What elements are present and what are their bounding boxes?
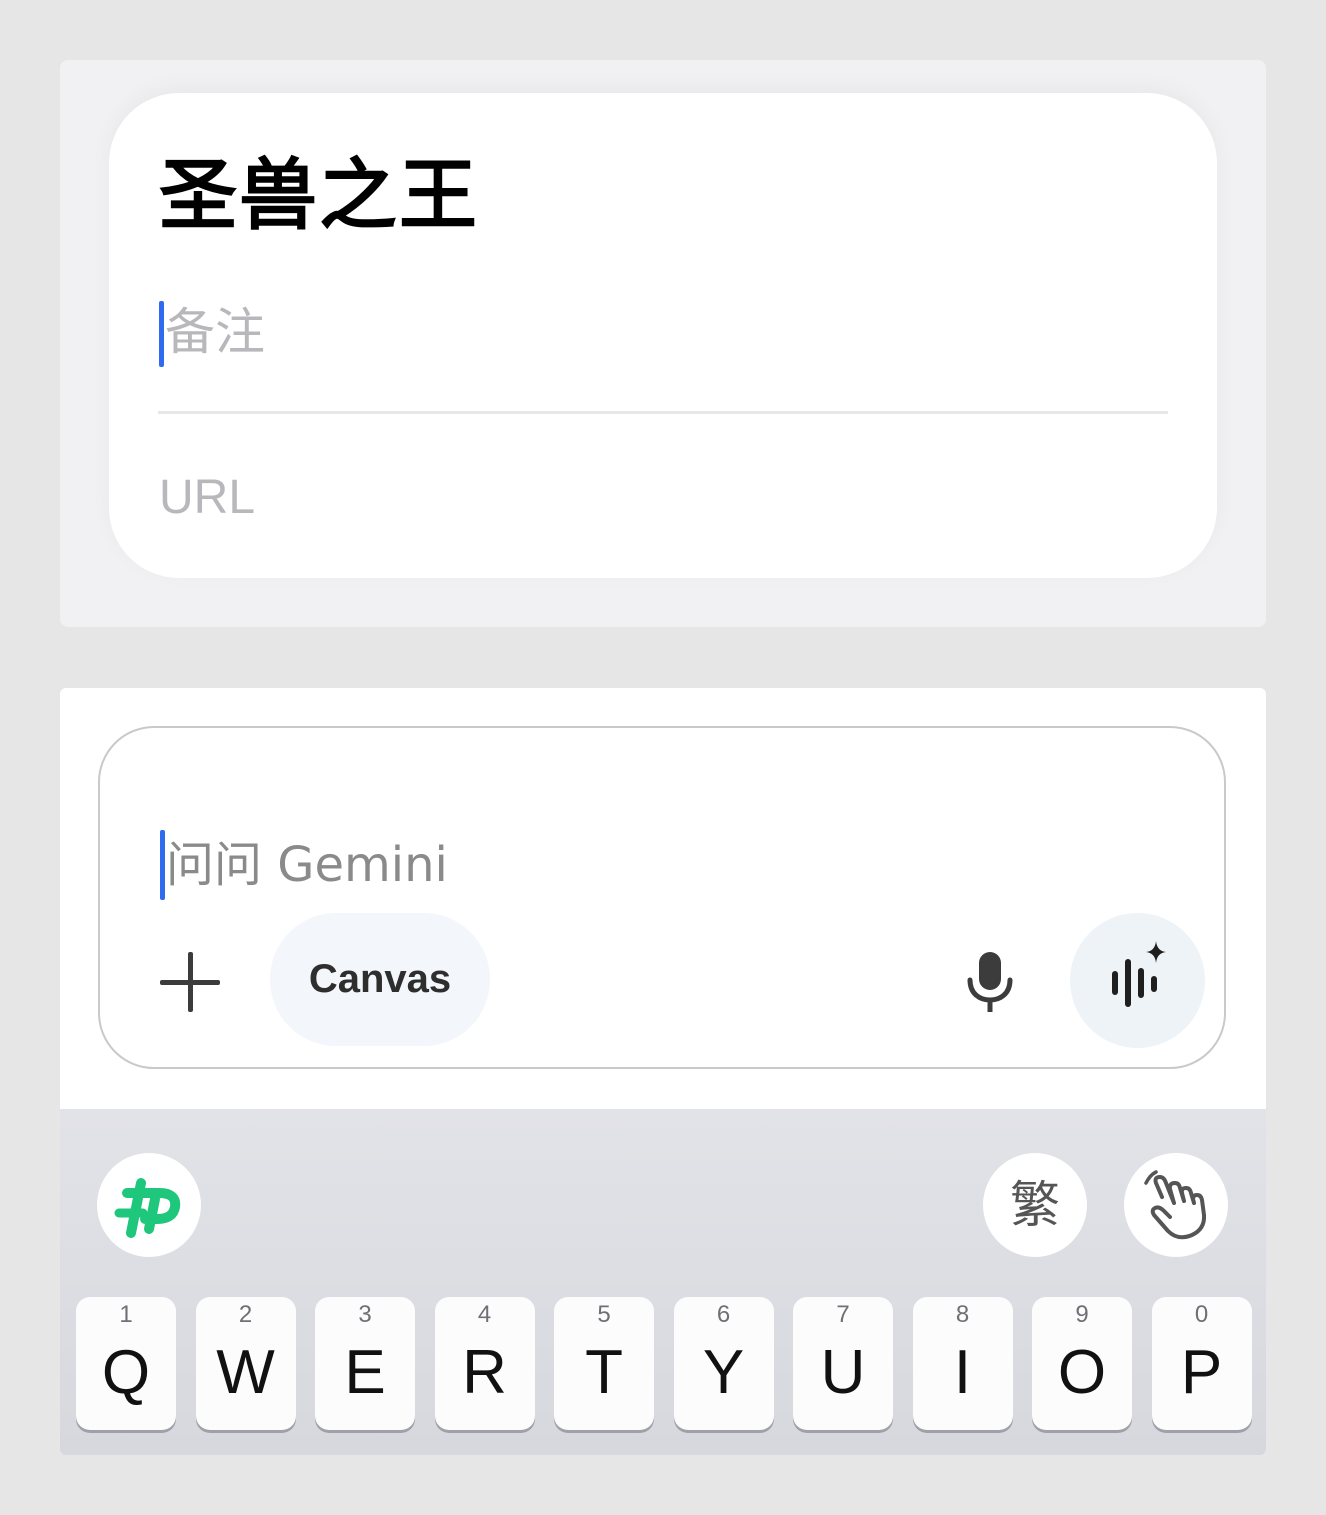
key-p[interactable]: 0 P <box>1151 1297 1252 1430</box>
url-placeholder: URL <box>159 471 256 524</box>
keyboard-row-qwerty: 1 Q 2 W 3 E 4 R 5 T 6 Y 7 U 8 I 9 O 0 P <box>76 1297 1252 1430</box>
gemini-input-placeholder: 问问 Gemini <box>166 837 448 893</box>
key-letter: O <box>1057 1338 1107 1407</box>
handwriting-button[interactable] <box>1124 1153 1228 1257</box>
key-number: 4 <box>477 1301 492 1328</box>
field-divider <box>158 411 1168 414</box>
gemini-live-icon <box>1112 941 1166 1007</box>
key-number: 9 <box>1075 1301 1089 1328</box>
gemini-live-button[interactable] <box>1070 913 1205 1048</box>
key-letter: R <box>462 1338 507 1407</box>
key-number: 5 <box>597 1301 611 1328</box>
keyboard: 繁 1 Q 2 W 3 E 4 R 5 T 6 Y 7 U 8 I 9 O 0 … <box>60 1109 1266 1455</box>
key-letter: T <box>585 1338 623 1407</box>
plus-icon[interactable] <box>158 950 222 1014</box>
key-number: 6 <box>716 1301 731 1328</box>
key-letter: P <box>1180 1338 1223 1407</box>
key-o[interactable]: 9 O <box>1032 1297 1132 1430</box>
gemini-input[interactable]: 问问 Gemini <box>160 828 1064 902</box>
key-letter: Y <box>702 1338 745 1407</box>
url-field[interactable]: URL <box>159 463 1169 533</box>
notes-field[interactable]: 备注 <box>159 297 1173 367</box>
key-r[interactable]: 4 R <box>434 1297 535 1430</box>
key-letter: W <box>216 1338 275 1407</box>
key-number: 1 <box>119 1301 133 1328</box>
input-method-logo-icon <box>114 1178 181 1238</box>
reminder-panel: 圣兽之王 备注 URL <box>60 60 1266 627</box>
key-number: 7 <box>836 1301 850 1328</box>
key-letter: U <box>820 1338 866 1407</box>
input-method-logo-button[interactable] <box>97 1153 201 1257</box>
prompt-box: 问问 Gemini Canvas <box>98 726 1226 1069</box>
key-w[interactable]: 2 W <box>195 1297 296 1430</box>
traditional-chinese-toggle[interactable]: 繁 <box>983 1153 1087 1257</box>
key-t[interactable]: 5 T <box>554 1297 654 1430</box>
key-q[interactable]: 1 Q <box>76 1297 176 1430</box>
key-y[interactable]: 6 Y <box>673 1297 774 1430</box>
key-number: 2 <box>238 1301 253 1328</box>
key-letter: Q <box>101 1338 151 1407</box>
notes-placeholder: 备注 <box>165 303 265 361</box>
reminder-title[interactable]: 圣兽之王 <box>159 151 479 241</box>
gemini-panel: 问问 Gemini Canvas 繁 1 Q 2 W 3 E 4 R 5 T 6… <box>60 688 1266 1455</box>
key-number: 3 <box>358 1301 372 1328</box>
key-number: 0 <box>1194 1301 1209 1328</box>
key-letter: I <box>953 1338 972 1407</box>
key-i[interactable]: 8 I <box>912 1297 1013 1430</box>
key-u[interactable]: 7 U <box>793 1297 893 1430</box>
key-number: 8 <box>955 1301 970 1328</box>
mic-icon[interactable] <box>960 950 1020 1014</box>
text-cursor <box>159 301 164 367</box>
key-letter: E <box>344 1338 386 1407</box>
key-e[interactable]: 3 E <box>315 1297 415 1430</box>
reminder-card: 圣兽之王 备注 URL <box>109 93 1217 578</box>
canvas-button[interactable]: Canvas <box>270 913 490 1046</box>
handwriting-icon <box>1144 1170 1207 1240</box>
text-cursor <box>160 830 165 900</box>
